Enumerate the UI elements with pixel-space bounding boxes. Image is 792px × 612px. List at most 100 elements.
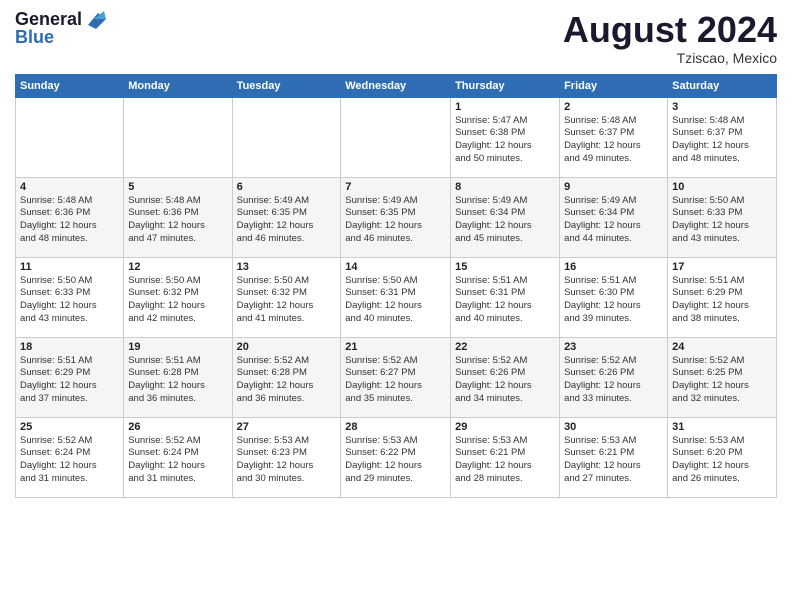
day-info: Sunrise: 5:53 AM Sunset: 6:23 PM Dayligh… (237, 435, 337, 486)
day-info: Sunrise: 5:50 AM Sunset: 6:33 PM Dayligh… (672, 195, 772, 246)
calendar-cell: 22Sunrise: 5:52 AM Sunset: 6:26 PM Dayli… (451, 337, 560, 417)
day-info: Sunrise: 5:53 AM Sunset: 6:22 PM Dayligh… (345, 435, 446, 486)
day-info: Sunrise: 5:52 AM Sunset: 6:25 PM Dayligh… (672, 355, 772, 406)
day-number: 1 (455, 101, 555, 113)
header-tuesday: Tuesday (232, 74, 341, 97)
calendar-cell: 16 Sunrise: 5:51 AM Sunset: 6:30 PM Dayli… (560, 257, 668, 337)
day-number: 8 (455, 181, 555, 193)
calendar-cell: 29 Sunrise: 5:53 AM Sunset: 6:21 PM Dayli… (451, 417, 560, 497)
calendar-cell: 18 Sunrise: 5:51 AM Sunset: 6:29 PM Dayli… (16, 337, 124, 417)
day-number: 17 (672, 261, 772, 273)
day-number: 3 (672, 101, 772, 113)
day-number: 21 (345, 341, 446, 353)
calendar-cell: 27 Sunrise: 5:53 AM Sunset: 6:23 PM Dayli… (232, 417, 341, 497)
calendar-cell: 5 Sunrise: 5:48 AM Sunset: 6:36 PM Daylig… (124, 177, 232, 257)
day-number: 27 (237, 421, 337, 433)
day-number: 24 (672, 341, 772, 353)
day-info: Sunrise: 5:48 AM Sunset: 6:37 PM Dayligh… (564, 115, 663, 166)
calendar-week-2: 4 Sunrise: 5:48 AM Sunset: 6:36 PM Daylig… (16, 177, 777, 257)
day-number: 9 (564, 181, 663, 193)
day-number: 29 (455, 421, 555, 433)
logo-bird-icon (84, 11, 106, 29)
day-info: Sunrise: 5:50 AM Sunset: 6:31 PM Dayligh… (345, 275, 446, 326)
day-number: 31 (672, 421, 772, 433)
header: General Blue August 2024 Tziscao, Mexico (15, 10, 777, 66)
calendar-cell: 30 Sunrise: 5:53 AM Sunset: 6:21 PM Dayli… (560, 417, 668, 497)
day-info: Sunrise: 5:50 AM Sunset: 6:32 PM Dayligh… (237, 275, 337, 326)
day-info: Sunrise: 5:49 AM Sunset: 6:34 PM Dayligh… (455, 195, 555, 246)
calendar-cell: 31 Sunrise: 5:53 AM Sunset: 6:20 PM Dayli… (668, 417, 777, 497)
calendar-cell: 2Sunrise: 5:48 AM Sunset: 6:37 PM Daylig… (560, 97, 668, 177)
calendar-cell: 23 Sunrise: 5:52 AM Sunset: 6:26 PM Dayli… (560, 337, 668, 417)
day-info: Sunrise: 5:48 AM Sunset: 6:36 PM Dayligh… (128, 195, 227, 246)
day-info: Sunrise: 5:48 AM Sunset: 6:37 PM Dayligh… (672, 115, 772, 166)
day-info: Sunrise: 5:51 AM Sunset: 6:29 PM Dayligh… (672, 275, 772, 326)
location: Tziscao, Mexico (563, 50, 777, 66)
calendar-cell: 6 Sunrise: 5:49 AM Sunset: 6:35 PM Daylig… (232, 177, 341, 257)
day-number: 16 (564, 261, 663, 273)
title-section: August 2024 Tziscao, Mexico (563, 10, 777, 66)
calendar-cell: 4 Sunrise: 5:48 AM Sunset: 6:36 PM Daylig… (16, 177, 124, 257)
calendar-cell: 17 Sunrise: 5:51 AM Sunset: 6:29 PM Dayli… (668, 257, 777, 337)
calendar-cell: 14 Sunrise: 5:50 AM Sunset: 6:31 PM Dayli… (341, 257, 451, 337)
day-info: Sunrise: 5:47 AM Sunset: 6:38 PM Dayligh… (455, 115, 555, 166)
calendar-week-4: 18 Sunrise: 5:51 AM Sunset: 6:29 PM Dayli… (16, 337, 777, 417)
calendar-cell (124, 97, 232, 177)
day-info: Sunrise: 5:51 AM Sunset: 6:28 PM Dayligh… (128, 355, 227, 406)
header-wednesday: Wednesday (341, 74, 451, 97)
day-info: Sunrise: 5:52 AM Sunset: 6:28 PM Dayligh… (237, 355, 337, 406)
day-info: Sunrise: 5:49 AM Sunset: 6:35 PM Dayligh… (237, 195, 337, 246)
calendar-cell: 13Sunrise: 5:50 AM Sunset: 6:32 PM Dayli… (232, 257, 341, 337)
calendar-cell: 12 Sunrise: 5:50 AM Sunset: 6:32 PM Dayli… (124, 257, 232, 337)
day-number: 12 (128, 261, 227, 273)
day-info: Sunrise: 5:53 AM Sunset: 6:20 PM Dayligh… (672, 435, 772, 486)
day-number: 7 (345, 181, 446, 193)
day-info: Sunrise: 5:52 AM Sunset: 6:24 PM Dayligh… (20, 435, 119, 486)
calendar-week-1: 1 Sunrise: 5:47 AM Sunset: 6:38 PM Daylig… (16, 97, 777, 177)
header-thursday: Thursday (451, 74, 560, 97)
calendar-header-row: Sunday Monday Tuesday Wednesday Thursday… (16, 74, 777, 97)
day-number: 6 (237, 181, 337, 193)
logo: General Blue (15, 10, 106, 48)
calendar-week-5: 25 Sunrise: 5:52 AM Sunset: 6:24 PM Dayli… (16, 417, 777, 497)
calendar-cell: 26Sunrise: 5:52 AM Sunset: 6:24 PM Dayli… (124, 417, 232, 497)
day-number: 23 (564, 341, 663, 353)
calendar-week-3: 11Sunrise: 5:50 AM Sunset: 6:33 PM Dayli… (16, 257, 777, 337)
calendar-cell: 9 Sunrise: 5:49 AM Sunset: 6:34 PM Daylig… (560, 177, 668, 257)
day-number: 28 (345, 421, 446, 433)
day-info: Sunrise: 5:50 AM Sunset: 6:32 PM Dayligh… (128, 275, 227, 326)
calendar-cell: 19 Sunrise: 5:51 AM Sunset: 6:28 PM Dayli… (124, 337, 232, 417)
page: General Blue August 2024 Tziscao, Mexico… (0, 0, 792, 508)
day-number: 19 (128, 341, 227, 353)
day-number: 20 (237, 341, 337, 353)
day-number: 4 (20, 181, 119, 193)
calendar-cell: 25 Sunrise: 5:52 AM Sunset: 6:24 PM Dayli… (16, 417, 124, 497)
logo-text-blue: Blue (15, 28, 106, 48)
day-info: Sunrise: 5:53 AM Sunset: 6:21 PM Dayligh… (564, 435, 663, 486)
day-info: Sunrise: 5:51 AM Sunset: 6:31 PM Dayligh… (455, 275, 555, 326)
day-number: 25 (20, 421, 119, 433)
day-info: Sunrise: 5:49 AM Sunset: 6:34 PM Dayligh… (564, 195, 663, 246)
day-number: 5 (128, 181, 227, 193)
day-number: 14 (345, 261, 446, 273)
day-info: Sunrise: 5:51 AM Sunset: 6:29 PM Dayligh… (20, 355, 119, 406)
day-number: 30 (564, 421, 663, 433)
day-info: Sunrise: 5:53 AM Sunset: 6:21 PM Dayligh… (455, 435, 555, 486)
calendar-cell: 28 Sunrise: 5:53 AM Sunset: 6:22 PM Dayli… (341, 417, 451, 497)
calendar-cell: 15Sunrise: 5:51 AM Sunset: 6:31 PM Dayli… (451, 257, 560, 337)
day-number: 10 (672, 181, 772, 193)
calendar-cell: 7Sunrise: 5:49 AM Sunset: 6:35 PM Daylig… (341, 177, 451, 257)
day-info: Sunrise: 5:52 AM Sunset: 6:26 PM Dayligh… (564, 355, 663, 406)
header-monday: Monday (124, 74, 232, 97)
day-number: 18 (20, 341, 119, 353)
calendar-cell: 11Sunrise: 5:50 AM Sunset: 6:33 PM Dayli… (16, 257, 124, 337)
day-number: 22 (455, 341, 555, 353)
calendar-cell (341, 97, 451, 177)
day-info: Sunrise: 5:52 AM Sunset: 6:24 PM Dayligh… (128, 435, 227, 486)
day-info: Sunrise: 5:48 AM Sunset: 6:36 PM Dayligh… (20, 195, 119, 246)
calendar-cell (16, 97, 124, 177)
day-info: Sunrise: 5:51 AM Sunset: 6:30 PM Dayligh… (564, 275, 663, 326)
day-info: Sunrise: 5:50 AM Sunset: 6:33 PM Dayligh… (20, 275, 119, 326)
calendar-cell: 3 Sunrise: 5:48 AM Sunset: 6:37 PM Daylig… (668, 97, 777, 177)
header-saturday: Saturday (668, 74, 777, 97)
